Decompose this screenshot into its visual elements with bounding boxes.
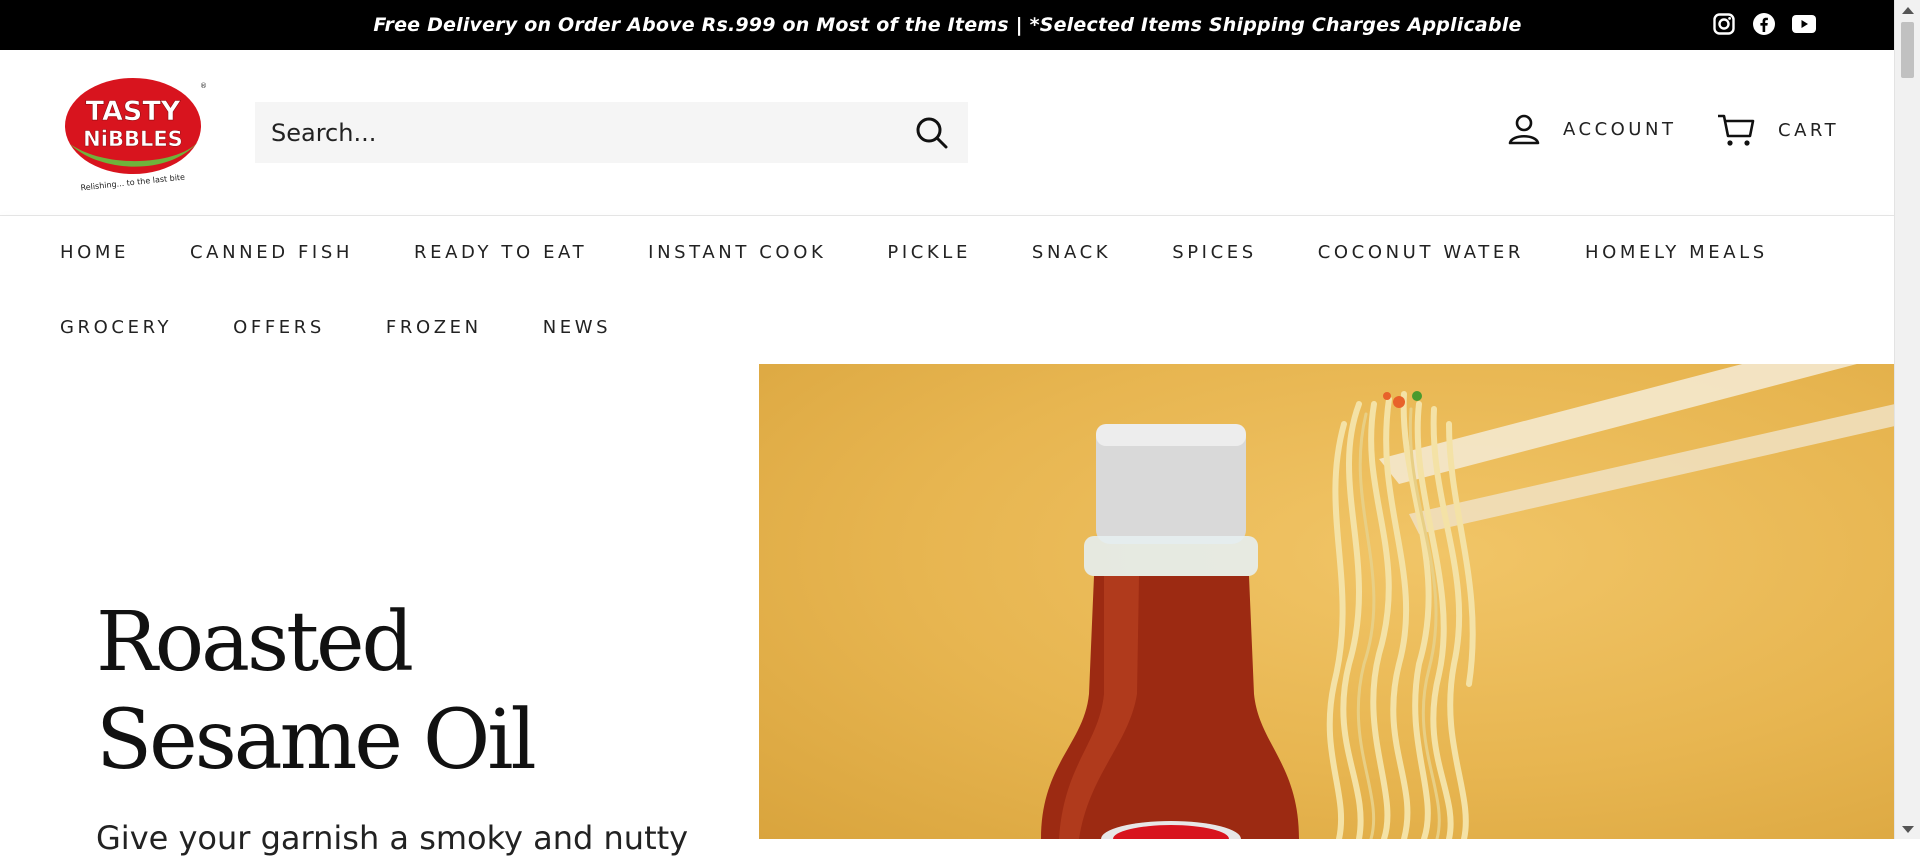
nav-item-ready-to-eat[interactable]: READY TO EAT [414, 242, 587, 263]
nav-item-pickle[interactable]: PICKLE [887, 242, 971, 263]
nav-item-canned-fish[interactable]: CANNED FISH [190, 242, 353, 263]
nav-item-home[interactable]: HOME [60, 242, 129, 263]
announcement-bar: Free Delivery on Order Above Rs.999 on M… [0, 0, 1895, 50]
nav-item-instant-cook[interactable]: INSTANT COOK [648, 242, 826, 263]
nav-item-news[interactable]: NEWS [543, 317, 611, 338]
scroll-thumb[interactable] [1901, 22, 1914, 78]
cart-label: CART [1778, 119, 1840, 141]
hero-text-panel: Roasted Sesame Oil Give your garnish a s… [0, 364, 759, 857]
logo-line2: NiBBLES [83, 127, 183, 151]
account-link[interactable]: ACCOUNT [1507, 112, 1676, 146]
main-nav: HOME CANNED FISH READY TO EAT INSTANT CO… [0, 216, 1895, 364]
facebook-icon[interactable] [1751, 11, 1777, 37]
announcement-text: Free Delivery on Order Above Rs.999 on M… [373, 14, 1522, 36]
account-icon [1508, 114, 1540, 145]
search-icon [916, 117, 948, 148]
hero-title: Roasted Sesame Oil [96, 595, 537, 788]
nav-row-2: GROCERY OFFERS FROZEN NEWS [60, 317, 672, 338]
nav-item-homely-meals[interactable]: HOMELY MEALS [1585, 242, 1768, 263]
svg-text:®: ® [200, 82, 207, 90]
scroll-up-arrow-icon[interactable] [1902, 7, 1914, 14]
nav-item-snack[interactable]: SNACK [1032, 242, 1111, 263]
nav-row-1: HOME CANNED FISH READY TO EAT INSTANT CO… [60, 242, 1829, 263]
logo-line1: TASTY [86, 96, 181, 127]
nav-item-frozen[interactable]: FROZEN [386, 317, 482, 338]
cart-icon [1718, 114, 1755, 146]
social-links [1711, 11, 1817, 37]
hero-subtitle: Give your garnish a smoky and nutty [96, 819, 689, 857]
nav-item-grocery[interactable]: GROCERY [60, 317, 172, 338]
page-scrollbar[interactable] [1894, 0, 1920, 839]
nav-item-spices[interactable]: SPICES [1172, 242, 1257, 263]
brand-logo[interactable]: TASTY NiBBLES Relishing... to the last b… [58, 72, 208, 192]
sesame-oil-bottle-illustration [1041, 364, 1895, 839]
nav-item-coconut-water[interactable]: COCONUT WATER [1318, 242, 1524, 263]
scroll-down-arrow-icon[interactable] [1902, 826, 1914, 833]
search-button[interactable] [896, 102, 968, 163]
cart-link[interactable]: CART [1716, 112, 1839, 148]
nav-item-offers[interactable]: OFFERS [233, 317, 325, 338]
youtube-icon[interactable] [1791, 11, 1817, 37]
hero-image [759, 364, 1895, 839]
instagram-icon[interactable] [1711, 11, 1737, 37]
search-bar [255, 102, 968, 163]
search-input[interactable] [255, 102, 896, 163]
account-label: ACCOUNT [1563, 118, 1677, 140]
site-header: TASTY NiBBLES Relishing... to the last b… [0, 50, 1895, 216]
